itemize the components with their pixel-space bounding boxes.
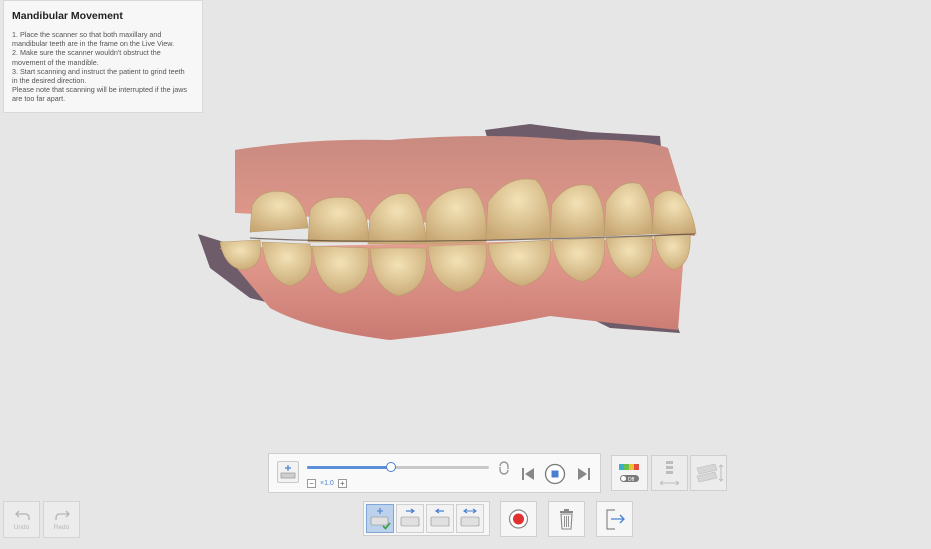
- movement-mode-group: [363, 501, 490, 536]
- color-map-toggle-label: Off: [628, 477, 635, 483]
- instruction-line: mandibular teeth are in the frame on the…: [12, 39, 175, 49]
- skip-forward-icon[interactable]: [577, 466, 591, 482]
- slider-thumb[interactable]: [385, 462, 396, 472]
- speed-decrease-button[interactable]: −: [307, 478, 316, 488]
- movement-protrusion-button[interactable]: [366, 504, 394, 533]
- instruction-line: movement of the mandible.: [12, 57, 99, 67]
- jaw-icon: [280, 465, 296, 479]
- redo-label: Redo: [53, 524, 70, 531]
- slider-progress: [307, 466, 391, 469]
- arrow-right-icon: [400, 508, 420, 527]
- jaw-view-button[interactable]: [277, 461, 299, 483]
- instruction-line: 3. Start scanning and instruct the patie…: [12, 66, 185, 76]
- arrow-left-icon: [430, 508, 450, 527]
- measure-distance-button[interactable]: [651, 455, 688, 491]
- undo-button[interactable]: Undo: [3, 501, 40, 538]
- trash-icon: [560, 509, 573, 530]
- record-button[interactable]: [500, 501, 537, 537]
- instruction-line: 2. Make sure the scanner wouldn't obstru…: [12, 48, 161, 58]
- movement-lateral-button[interactable]: [456, 504, 484, 533]
- exit-icon: [606, 509, 625, 530]
- dental-scan-model[interactable]: [190, 118, 710, 350]
- color-map-toggle-button[interactable]: Off: [611, 455, 648, 491]
- instruction-line: in the desired direction.: [12, 76, 87, 86]
- stop-button[interactable]: [544, 463, 566, 485]
- movement-right-button[interactable]: [396, 504, 424, 533]
- arrow-both-icon: [460, 508, 480, 527]
- color-map-icon: Off: [619, 464, 639, 483]
- instruction-title: Mandibular Movement: [12, 10, 123, 22]
- skip-back-icon[interactable]: [521, 466, 535, 482]
- distance-icon: [659, 461, 680, 486]
- instruction-panel: Mandibular Movement 1. Place the scanner…: [3, 0, 203, 113]
- playback-panel: − ×1.0 +: [268, 453, 601, 493]
- undo-label: Undo: [13, 524, 30, 531]
- movement-left-button[interactable]: [426, 504, 454, 533]
- instruction-text: 1. Place the scanner so that both maxill…: [12, 30, 194, 104]
- redo-button[interactable]: Redo: [43, 501, 80, 538]
- delete-button[interactable]: [548, 501, 585, 537]
- redo-icon: [55, 510, 70, 520]
- exit-button[interactable]: [596, 501, 633, 537]
- speed-increase-button[interactable]: +: [337, 478, 347, 488]
- occlusion-icon: [696, 463, 724, 483]
- record-icon: [508, 509, 529, 529]
- instruction-line: Please note that scanning will be interr…: [12, 85, 187, 95]
- instruction-line: are too far apart.: [12, 94, 66, 104]
- protrusion-icon: [370, 508, 391, 530]
- occlusion-view-button[interactable]: [690, 455, 727, 491]
- speed-value: ×1.0: [320, 479, 334, 487]
- instruction-line: 1. Place the scanner so that both maxill…: [12, 30, 162, 39]
- playback-slider[interactable]: [307, 462, 489, 472]
- speed-control: − ×1.0 +: [307, 477, 347, 489]
- loop-icon[interactable]: [497, 461, 511, 475]
- undo-icon: [15, 510, 30, 520]
